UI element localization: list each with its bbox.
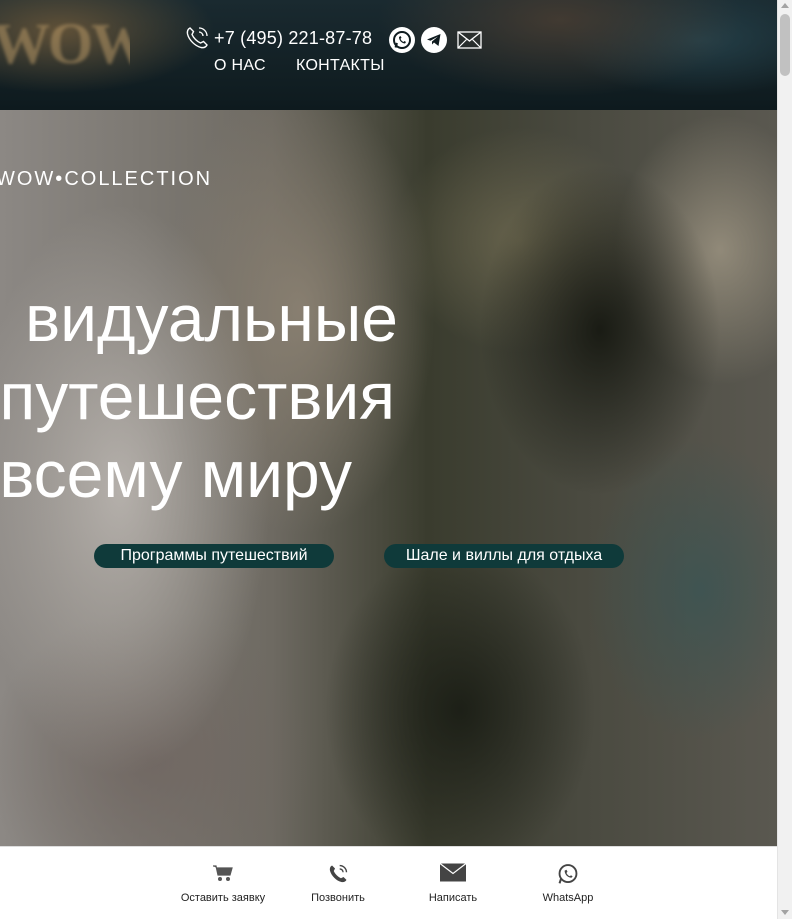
whatsapp-label: WhatsApp	[542, 892, 594, 904]
whatsapp-icon	[558, 864, 578, 884]
whatsapp-button[interactable]: WhatsApp	[508, 847, 628, 919]
bottom-action-bar: Оставить заявку Позвонить Написать Whats…	[0, 846, 777, 919]
travel-programs-button[interactable]: Программы путешествий	[94, 544, 334, 568]
headline-line-1: видуальные	[25, 281, 398, 355]
phone-icon	[329, 864, 348, 883]
nav-contacts[interactable]: КОНТАКТЫ	[296, 57, 385, 75]
brand-title: WOW•COLLECTION	[0, 168, 213, 190]
leave-request-label: Оставить заявку	[180, 892, 266, 904]
call-button[interactable]: Позвонить	[278, 847, 398, 919]
whatsapp-icon[interactable]	[389, 27, 415, 53]
scroll-up-arrow-icon[interactable]	[781, 3, 789, 8]
scrollbar-thumb[interactable]	[780, 14, 790, 76]
call-label: Позвонить	[311, 892, 365, 904]
leave-request-button[interactable]: Оставить заявку	[163, 847, 283, 919]
write-label: Написать	[428, 892, 478, 904]
chalets-villas-button[interactable]: Шале и виллы для отдыха	[384, 544, 624, 568]
headline-line-3: всему миру	[0, 437, 352, 511]
write-button[interactable]: Написать	[393, 847, 513, 919]
phone-icon	[186, 27, 208, 49]
scroll-down-arrow-icon[interactable]	[781, 910, 789, 915]
headline-line-2: путешествия	[0, 359, 395, 433]
cart-icon	[213, 865, 233, 881]
site-logo[interactable]: WOW	[0, 8, 130, 68]
site-header: WOW +7 (495) 221-87-78 О НАС КОНТАКТЫ	[0, 0, 777, 110]
mail-icon[interactable]	[457, 31, 482, 49]
mail-icon	[439, 863, 467, 882]
page: WOW +7 (495) 221-87-78 О НАС КОНТАКТЫ WO…	[0, 0, 777, 919]
header-phone-link[interactable]: +7 (495) 221-87-78	[214, 28, 372, 49]
telegram-icon[interactable]	[421, 27, 447, 53]
hero-section: WOW•COLLECTION видуальные путешествия вс…	[0, 110, 777, 846]
nav-about[interactable]: О НАС	[214, 57, 266, 75]
vertical-scrollbar[interactable]	[777, 0, 792, 919]
